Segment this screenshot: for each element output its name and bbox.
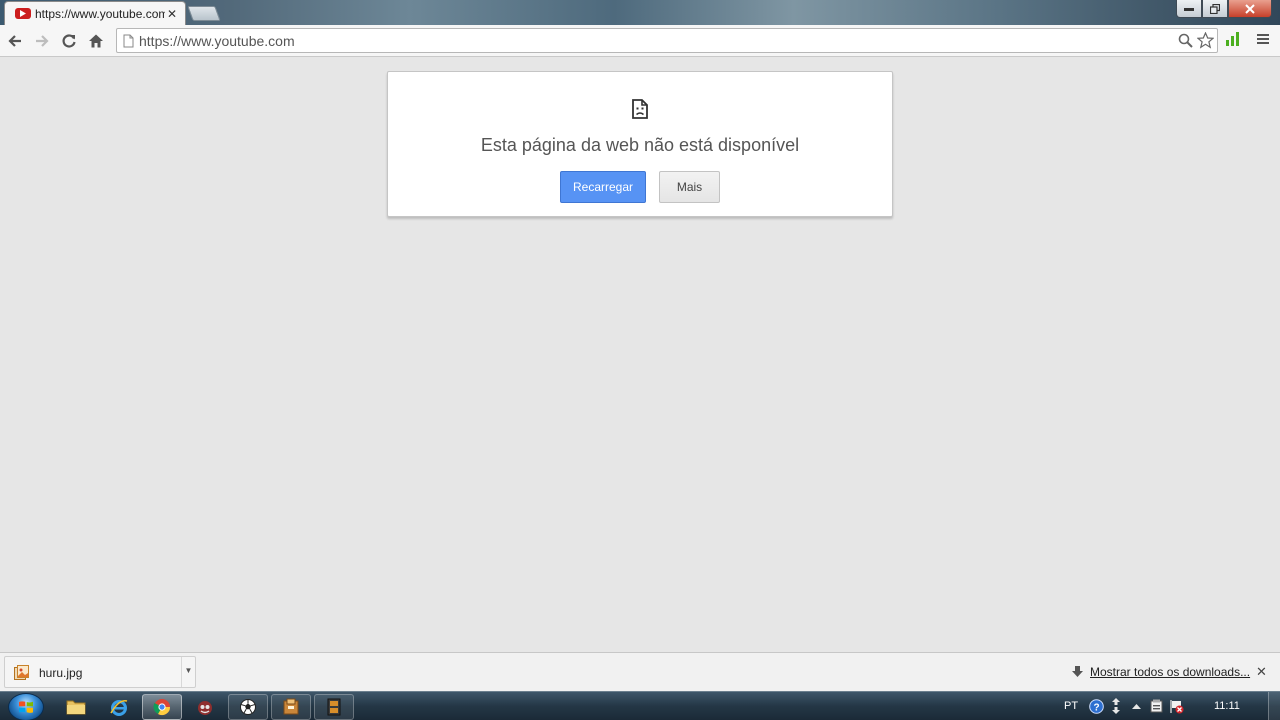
forward-button[interactable]: [29, 28, 55, 54]
file-explorer-icon[interactable]: [56, 694, 96, 720]
home-icon: [89, 34, 103, 47]
page-icon: [117, 34, 139, 48]
reload-button[interactable]: [56, 28, 82, 54]
show-all-downloads-link[interactable]: Mostrar todos os downloads...: [1090, 665, 1250, 679]
chrome-icon[interactable]: [142, 694, 182, 720]
windows-logo-icon: [19, 701, 33, 713]
minimize-icon[interactable]: [1176, 0, 1202, 18]
network-arrows-icon[interactable]: [1107, 698, 1125, 714]
show-all-downloads[interactable]: Mostrar todos os downloads...: [1072, 665, 1250, 679]
download-shelf: huru.jpg ▼ Mostrar todos os downloads...…: [0, 652, 1280, 691]
extension-signal-icon[interactable]: [1226, 32, 1240, 51]
close-shelf-icon[interactable]: ✕: [1256, 664, 1267, 680]
action-center-flag-icon[interactable]: [1167, 698, 1185, 714]
browser-toolbar: https://www.youtube.com: [0, 25, 1280, 57]
start-button[interactable]: [8, 693, 44, 720]
url-text: https://www.youtube.com: [139, 32, 295, 49]
forward-arrow-icon: [36, 34, 49, 47]
help-icon[interactable]: ?: [1087, 698, 1105, 714]
download-item[interactable]: huru.jpg ▼: [4, 656, 196, 688]
tab-title: https://www.youtube.com: [35, 6, 165, 21]
error-title: Esta página da web não está disponível: [480, 135, 800, 155]
browser-titlebar: https://www.youtube.com ✕: [0, 0, 1280, 25]
new-tab-button[interactable]: [187, 6, 221, 21]
sad-page-icon: [632, 99, 648, 124]
address-bar[interactable]: https://www.youtube.com: [116, 28, 1218, 53]
home-button[interactable]: [83, 28, 109, 54]
internet-explorer-icon[interactable]: [99, 694, 139, 720]
download-file-name: huru.jpg: [39, 666, 83, 680]
close-icon[interactable]: [1228, 0, 1272, 18]
reload-page-button[interactable]: Recarregar: [560, 171, 646, 203]
back-button[interactable]: [2, 28, 28, 54]
system-tray: PT ?: [1064, 698, 1187, 714]
star-icon[interactable]: [1195, 31, 1215, 51]
media-app-icon[interactable]: [185, 694, 225, 720]
soccer-ball-icon[interactable]: [228, 694, 268, 720]
tab-youtube[interactable]: https://www.youtube.com ✕: [4, 1, 186, 25]
menu-icon[interactable]: [1256, 32, 1270, 50]
error-card: Esta página da web não está disponível R…: [387, 71, 893, 217]
image-file-icon: [14, 665, 29, 686]
clock[interactable]: 11:11: [1214, 700, 1240, 712]
tray-expand-icon[interactable]: [1127, 698, 1145, 714]
search-icon[interactable]: [1175, 31, 1195, 51]
chevron-down-icon[interactable]: ▼: [181, 657, 195, 687]
show-desktop-button[interactable]: [1268, 692, 1280, 720]
tab-close-icon[interactable]: ✕: [165, 7, 179, 21]
svg-text:?: ?: [1093, 702, 1099, 713]
archive-icon[interactable]: [271, 694, 311, 720]
reload-icon: [62, 33, 76, 48]
device-icon[interactable]: [1147, 698, 1165, 714]
restore-icon[interactable]: [1202, 0, 1228, 18]
back-arrow-icon: [8, 34, 21, 47]
more-button[interactable]: Mais: [659, 171, 720, 203]
language-indicator[interactable]: PT: [1064, 700, 1078, 712]
windows-taskbar: PT ? 11:11: [0, 691, 1280, 720]
download-arrow-icon: [1072, 666, 1083, 677]
youtube-icon: [15, 8, 31, 19]
window-controls: [1176, 0, 1272, 18]
film-icon[interactable]: [314, 694, 354, 720]
